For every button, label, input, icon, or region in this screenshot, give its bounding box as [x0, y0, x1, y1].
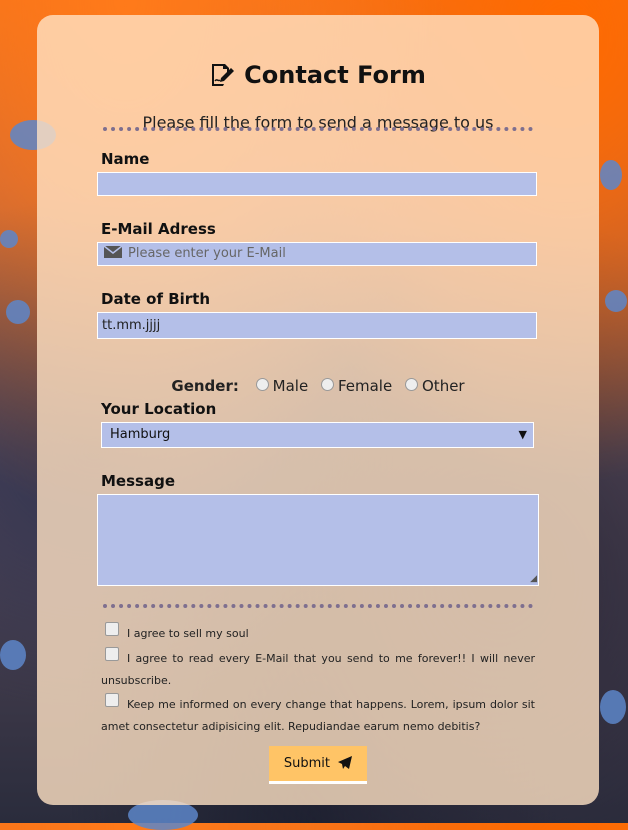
submit-button[interactable]: Submit [269, 746, 367, 784]
dob-input[interactable]: tt.mm.jjjj [97, 312, 537, 339]
gender-group: Gender: Male Female Other [37, 377, 599, 395]
dob-label: Date of Birth [101, 290, 211, 308]
top-divider [103, 127, 533, 131]
dropdown-arrow-icon: ▼ [518, 428, 527, 441]
background-flower [600, 690, 626, 724]
resize-handle-icon[interactable]: ◢ [530, 574, 537, 584]
location-select[interactable]: Hamburg ▼ [101, 422, 534, 448]
background-flower [605, 290, 627, 312]
checkbox-read-emails-label: I agree to read every E-Mail that you se… [101, 652, 535, 687]
gender-option-other: Other [422, 377, 465, 395]
envelope-icon [103, 245, 123, 258]
gender-option-female: Female [337, 377, 393, 395]
bottom-divider [103, 604, 533, 608]
message-textarea[interactable]: ◢ [97, 494, 539, 586]
name-label: Name [101, 150, 150, 168]
email-input[interactable]: Please enter your E-Mail [97, 242, 537, 266]
gender-label: Gender: [171, 377, 239, 395]
background-flower [600, 160, 622, 190]
checkbox-sell-soul-label: I agree to sell my soul [127, 627, 249, 640]
email-label: E-Mail Adress [101, 220, 216, 238]
checkbox-sell-soul[interactable] [105, 622, 119, 636]
submit-label: Submit [283, 756, 330, 771]
form-title: Contact Form [37, 61, 599, 89]
background-flower [0, 230, 18, 248]
location-label: Your Location [101, 400, 217, 418]
checkbox-keep-informed-label: Keep me informed on every change that ha… [101, 698, 535, 733]
contact-form-card: Contact Form Please fill the form to sen… [37, 15, 599, 805]
gender-radio-other[interactable] [405, 378, 418, 391]
paper-plane-icon [338, 756, 353, 769]
location-selected-value: Hamburg [110, 427, 171, 442]
edit-document-icon [212, 64, 235, 86]
background-flower [0, 640, 26, 670]
gender-option-male: Male [272, 377, 309, 395]
form-title-text: Contact Form [244, 61, 426, 89]
gender-radio-male[interactable] [255, 378, 269, 391]
message-label: Message [101, 472, 175, 490]
email-placeholder: Please enter your E-Mail [128, 246, 286, 261]
name-input[interactable] [97, 172, 537, 196]
background-flower [6, 300, 30, 324]
gender-radio-female[interactable] [320, 378, 334, 391]
